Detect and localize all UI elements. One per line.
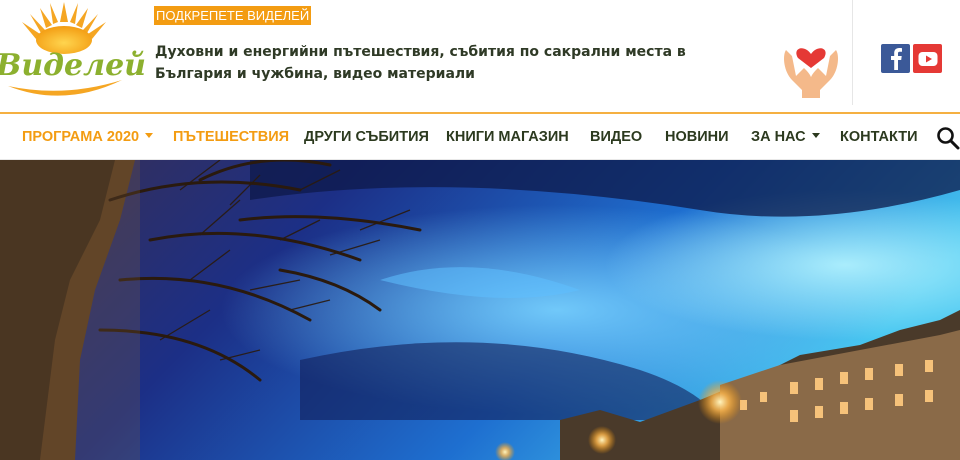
site-tagline: Духовни и енергийни пътешествия, събития… — [155, 44, 686, 82]
donation-hands-icon[interactable] — [778, 36, 844, 100]
hero-city-night-image — [0, 160, 960, 460]
chevron-down-icon — [811, 132, 820, 138]
nav-label: ПЪТЕШЕСТВИЯ — [173, 129, 290, 145]
search-icon[interactable] — [936, 126, 960, 150]
nav-label: ЗА НАС — [751, 129, 806, 145]
support-link[interactable]: ПОДКРЕПЕТЕ ВИДЕЛЕЙ — [154, 6, 312, 25]
nav-item-news[interactable]: НОВИНИ — [665, 114, 729, 160]
logo-text: Виделей — [0, 48, 146, 83]
header-divider — [852, 0, 853, 105]
nav-item-travels[interactable]: ПЪТЕШЕСТВИЯ — [173, 114, 289, 160]
nav-label: НОВИНИ — [665, 129, 729, 145]
site-logo[interactable]: Виделей — [0, 0, 146, 105]
nav-item-books-shop[interactable]: КНИГИ МАГАЗИН — [446, 114, 569, 160]
nav-label: КОНТАКТИ — [840, 129, 918, 145]
nav-label: ПРОГРАМА 2020 — [22, 129, 140, 145]
facebook-icon[interactable] — [881, 44, 910, 73]
main-nav: ПРОГРАМА 2020 ПЪТЕШЕСТВИЯ ДРУГИ СЪБИТИЯ … — [0, 112, 960, 160]
nav-label: ВИДЕО — [590, 129, 643, 145]
hero-image — [0, 160, 960, 460]
nav-item-video[interactable]: ВИДЕО — [590, 114, 642, 160]
nav-item-contacts[interactable]: КОНТАКТИ — [840, 114, 918, 160]
nav-item-about[interactable]: ЗА НАС — [751, 114, 820, 160]
nav-item-other-events[interactable]: ДРУГИ СЪБИТИЯ — [304, 114, 429, 160]
nav-item-program-2020[interactable]: ПРОГРАМА 2020 — [22, 114, 154, 160]
nav-label: КНИГИ МАГАЗИН — [446, 129, 569, 145]
youtube-icon[interactable] — [913, 44, 942, 73]
site-header: Виделей ПОДКРЕПЕТЕ ВИДЕЛЕЙ Духовни и ене… — [0, 0, 960, 112]
nav-label: ДРУГИ СЪБИТИЯ — [304, 129, 429, 145]
chevron-down-icon — [145, 132, 154, 138]
